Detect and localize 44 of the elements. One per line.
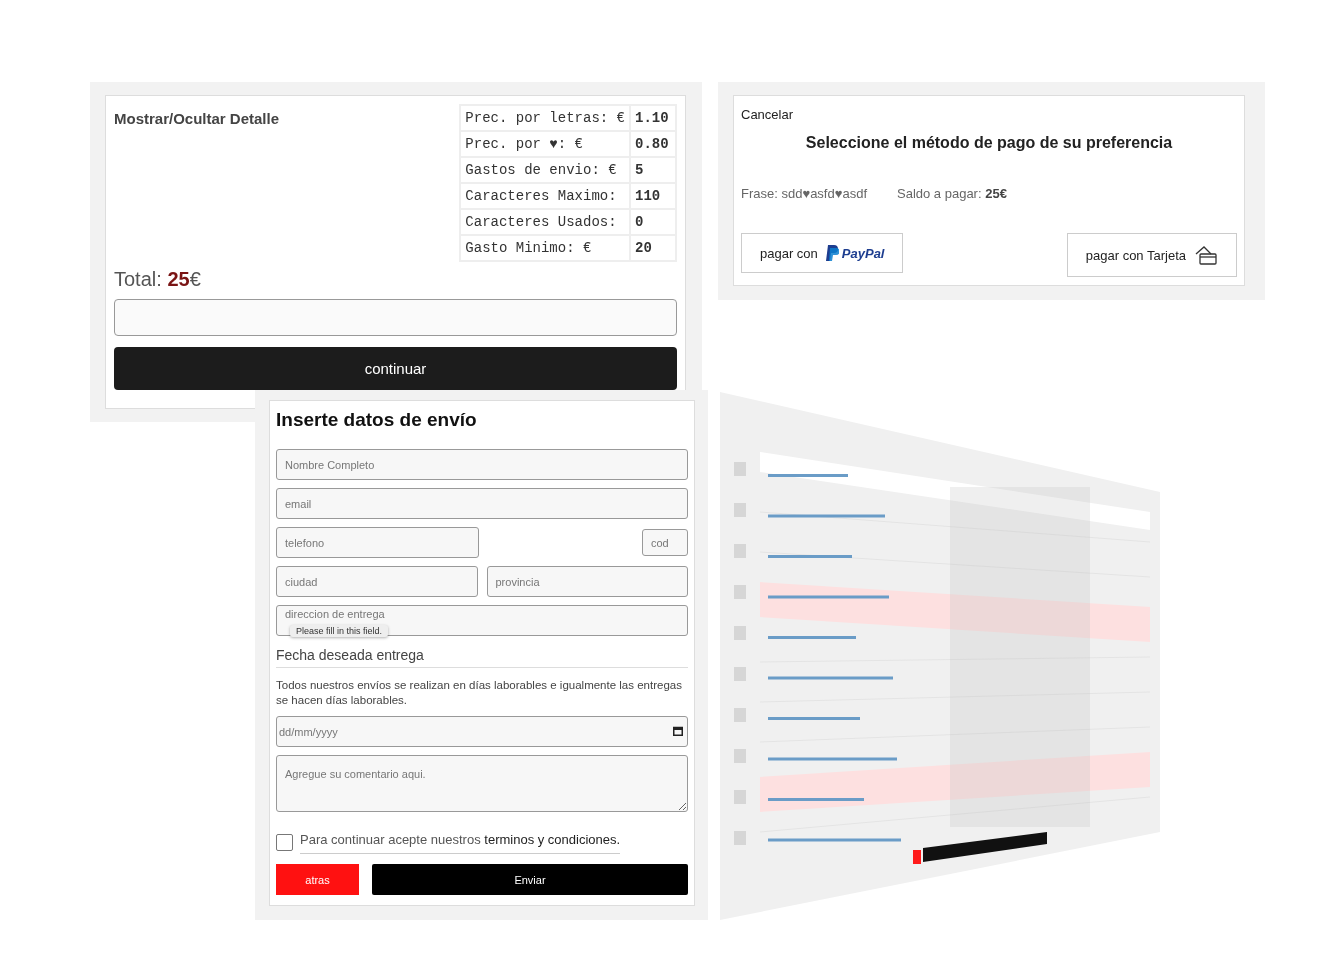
table-cell: Gastos de envio: € — [460, 157, 630, 183]
detail-toggle[interactable]: Mostrar/Ocultar Detalle — [114, 110, 280, 127]
table-cell: Prec. por ♥: € — [460, 131, 630, 157]
table-cell: Prec. por letras: € — [460, 105, 630, 131]
phrase-text: Frase: sdd♥asfd♥asdf — [741, 186, 867, 201]
dialog-title: Seleccione el método de pago de su preferencia — [804, 134, 1174, 152]
table-cell: Caracteres Usados: — [460, 209, 630, 235]
input-field[interactable] — [114, 299, 677, 336]
total-label: Total: — [114, 268, 162, 290]
continue-button[interactable]: continuar — [114, 347, 677, 390]
input-field[interactable]: ciudad — [276, 566, 478, 597]
card-pay-button[interactable]: pagar con Tarjeta — [1066, 233, 1237, 277]
terms-text: Para continuar acepte nuestros terminos y condiciones. — [300, 832, 621, 854]
input-field[interactable]: telefono — [276, 527, 479, 558]
terms-link[interactable]: terminos y condiciones. — [484, 832, 621, 847]
date-field[interactable]: dd/mm/yyyy — [276, 716, 688, 747]
table-cell: 0.80 — [630, 131, 676, 157]
input-field[interactable]: cod — [642, 529, 688, 556]
calendar-icon — [673, 726, 683, 736]
table-cell: 20 — [630, 235, 676, 261]
paypal-wordmark: PayPal — [841, 245, 885, 261]
validation-tooltip: Please fill in this field. — [290, 625, 389, 637]
delivery-note: Todos nuestros envíos se realizan en días laborables e igualmente las entregas se hacen días laborables. — [276, 678, 683, 708]
comment-field[interactable]: Agregue su comentario aqui. — [276, 755, 688, 812]
total-amount: 25€ — [167, 268, 201, 290]
input-field[interactable]: email — [276, 488, 688, 519]
submit-button[interactable]: Enviar — [372, 864, 688, 895]
p-logo-icon — [825, 245, 839, 261]
back-button[interactable]: atras — [276, 864, 359, 895]
checkbox[interactable] — [276, 834, 293, 851]
cancel-link[interactable]: Cancelar — [741, 107, 794, 122]
table-cell: 0 — [630, 209, 676, 235]
table-cell: 1.10 — [630, 105, 676, 131]
table-cell: Gasto Minimo: € — [460, 235, 630, 261]
card-icon — [1194, 245, 1218, 265]
table-cell: Caracteres Maximo: — [460, 183, 630, 209]
input-field[interactable]: Nombre Completo — [276, 449, 688, 480]
paypal-button[interactable]: pagar con PayPal — [741, 233, 904, 273]
table-cell: 5 — [630, 157, 676, 183]
table-cell: 110 — [630, 183, 676, 209]
input-field[interactable]: provincia — [486, 566, 688, 597]
form-title: Inserte datos de envío — [276, 409, 478, 431]
section-heading: Fecha deseada entrega — [276, 644, 688, 668]
balance-text: Saldo a pagar: 25€ — [897, 186, 1007, 201]
